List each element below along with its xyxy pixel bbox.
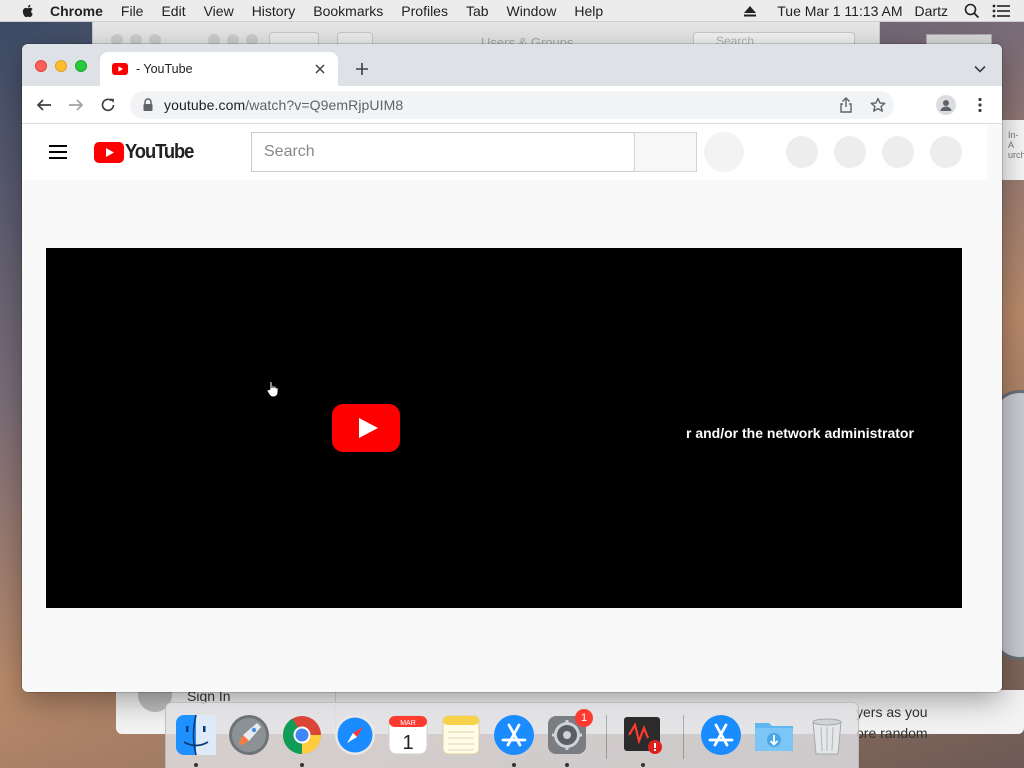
menu-window[interactable]: Window <box>498 0 566 22</box>
back-arrow-icon[interactable] <box>34 95 54 115</box>
downloads-folder-icon[interactable] <box>752 713 796 757</box>
youtube-logo-play-icon <box>94 142 124 163</box>
menu-clock[interactable]: Tue Mar 1 11:13 AM <box>771 0 908 22</box>
promo-line-1: yers as you <box>856 704 928 720</box>
omnibox-actions <box>836 95 888 115</box>
address-bar[interactable]: youtube.com/watch?v=Q9emRjpUIM8 <box>130 91 894 119</box>
forward-arrow-icon[interactable] <box>66 95 86 115</box>
menu-bar: Chrome File Edit View History Bookmarks … <box>0 0 1024 22</box>
photo-booth-running-dot <box>641 763 645 767</box>
youtube-header: YouTube Search <box>22 124 987 180</box>
hand-cursor-icon <box>266 381 279 398</box>
traffic-lights <box>35 60 87 72</box>
new-tab-button[interactable] <box>352 59 372 79</box>
hamburger-menu-icon[interactable] <box>48 142 68 162</box>
safari-icon[interactable] <box>333 713 377 757</box>
dock-separator-2 <box>683 715 684 759</box>
menu-bookmarks[interactable]: Bookmarks <box>304 0 392 22</box>
video-player[interactable]: r and/or the network administrator <box>46 248 962 608</box>
finder-icon[interactable] <box>174 713 218 757</box>
url-host: youtube.com <box>164 97 246 113</box>
tab-title: - YouTube <box>136 62 193 76</box>
youtube-favicon-icon <box>112 63 128 75</box>
background-side-label-2: urcha <box>1008 150 1024 160</box>
chrome-running-dot <box>300 763 304 767</box>
menu-help[interactable]: Help <box>565 0 612 22</box>
system-preferences-running-dot <box>565 763 569 767</box>
menu-app-name[interactable]: Chrome <box>50 0 112 22</box>
menu-profiles[interactable]: Profiles <box>392 0 457 22</box>
calendar-day: 1 <box>402 732 413 754</box>
eject-icon[interactable] <box>743 4 757 18</box>
app-store-running-dot <box>512 763 516 767</box>
minimize-window-button[interactable] <box>55 60 67 72</box>
bookmark-star-icon[interactable] <box>868 95 888 115</box>
youtube-logo-text: YouTube <box>125 141 194 163</box>
zoom-window-button[interactable] <box>75 60 87 72</box>
tab-search-chevron-icon[interactable] <box>972 61 988 77</box>
menu-tab[interactable]: Tab <box>457 0 498 22</box>
google-chrome-icon[interactable] <box>280 713 324 757</box>
dock-separator <box>606 715 607 759</box>
lock-icon[interactable] <box>142 98 154 112</box>
header-icon-placeholder-4[interactable] <box>930 136 962 168</box>
menu-history[interactable]: History <box>243 0 305 22</box>
system-preferences-button[interactable]: 1 <box>545 709 593 757</box>
notification-badge: 1 <box>575 709 593 727</box>
header-icon-placeholder-2[interactable] <box>834 136 866 168</box>
profile-avatar-icon[interactable] <box>936 95 956 115</box>
header-icon-placeholder-1[interactable] <box>786 136 818 168</box>
dock: MAR 1 1 <box>165 702 859 768</box>
notes-icon[interactable] <box>439 713 483 757</box>
menu-view[interactable]: View <box>195 0 243 22</box>
large-play-button-icon[interactable] <box>332 404 400 452</box>
reload-icon[interactable] <box>98 95 118 115</box>
menu-file[interactable]: File <box>112 0 153 22</box>
url-text[interactable]: youtube.com/watch?v=Q9emRjpUIM8 <box>164 97 403 113</box>
voice-search-placeholder[interactable] <box>704 132 744 172</box>
url-path: /watch?v=Q9emRjpUIM8 <box>245 97 404 113</box>
close-window-button[interactable] <box>35 60 47 72</box>
finder-running-dot <box>194 763 198 767</box>
share-icon[interactable] <box>836 95 856 115</box>
header-icon-placeholder-3[interactable] <box>882 136 914 168</box>
calendar-icon[interactable]: MAR 1 <box>386 713 430 757</box>
launchpad-icon[interactable] <box>227 713 271 757</box>
player-error-message: r and/or the network administrator <box>686 425 914 441</box>
browser-toolbar: youtube.com/watch?v=Q9emRjpUIM8 <box>22 86 1002 124</box>
youtube-search-button[interactable] <box>634 132 697 172</box>
tab-strip: - YouTube <box>22 44 1002 86</box>
chrome-window: - YouTube youtube.com/watch?v=Q9emRjpUIM… <box>22 44 1002 692</box>
app-store-icon[interactable] <box>492 713 536 757</box>
chrome-menu-icon[interactable] <box>972 95 988 115</box>
promo-line-2: ore random <box>856 725 928 741</box>
apple-icon[interactable] <box>20 3 36 19</box>
trash-icon[interactable] <box>805 713 849 757</box>
youtube-search-input[interactable]: Search <box>251 132 634 172</box>
tab-youtube[interactable]: - YouTube <box>100 52 338 86</box>
spotlight-search-icon[interactable] <box>964 3 980 19</box>
background-promo-text: yers as you ore random <box>856 702 928 744</box>
notification-center-icon[interactable] <box>992 4 1010 18</box>
app-store-downloads-icon[interactable] <box>699 713 743 757</box>
photo-booth-icon[interactable] <box>621 713 665 757</box>
background-side-label-1: In-A <box>1008 130 1019 150</box>
menu-user[interactable]: Dartz <box>909 0 954 22</box>
tab-close-icon[interactable] <box>310 59 330 79</box>
calendar-month: MAR <box>400 720 416 727</box>
menu-edit[interactable]: Edit <box>152 0 194 22</box>
youtube-logo[interactable]: YouTube <box>94 141 199 164</box>
menu-bar-status: Tue Mar 1 11:13 AM Dartz <box>743 0 1024 22</box>
youtube-page: YouTube Search r and/or the network admi… <box>22 124 1002 692</box>
